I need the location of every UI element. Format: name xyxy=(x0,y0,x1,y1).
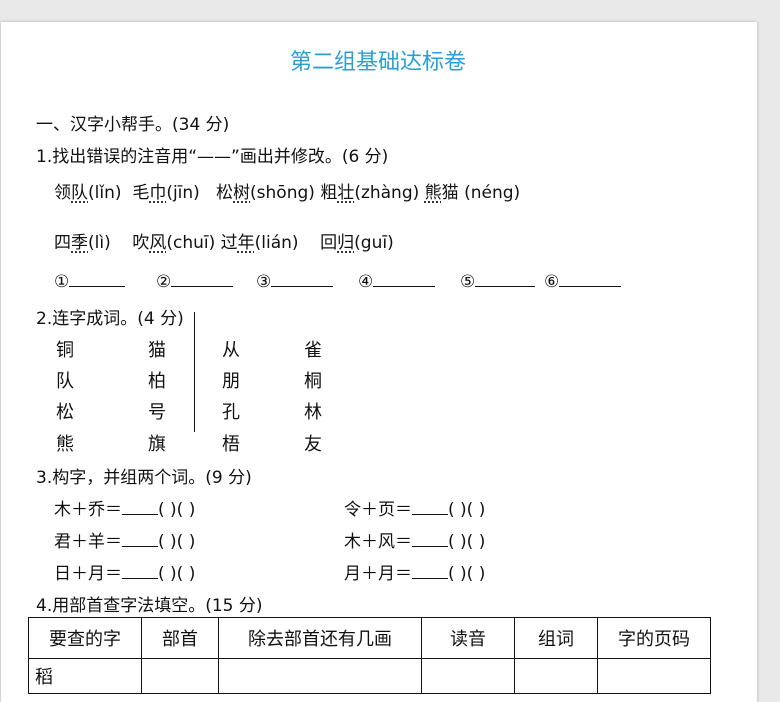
compose-row[interactable]: 日＋月＝( )( ) xyxy=(54,559,195,584)
char-cell[interactable]: 友 xyxy=(304,430,322,456)
char-cell[interactable]: 松 xyxy=(56,398,74,424)
char-cell[interactable]: 铜 xyxy=(56,336,74,362)
table-cell[interactable] xyxy=(597,658,711,694)
table-cell[interactable] xyxy=(421,658,515,694)
table-cell[interactable] xyxy=(141,658,219,694)
table-row: 稻 xyxy=(28,658,711,694)
table-header: 部首 xyxy=(141,617,219,659)
char-cell[interactable]: 旗 xyxy=(148,430,166,456)
compose-row[interactable]: 木＋风＝( )( ) xyxy=(344,527,485,552)
answer-blank[interactable]: ⑥ xyxy=(544,272,622,292)
compose-row[interactable]: 月＋月＝( )( ) xyxy=(344,559,485,584)
q1-item: 熊猫 (néng) xyxy=(424,183,521,203)
char-cell[interactable]: 桐 xyxy=(304,367,322,393)
table-header: 要查的字 xyxy=(28,617,142,659)
q1-item: 领队(lǐn) xyxy=(54,183,122,203)
section1-heading: 一、汉字小帮手。(34 分) xyxy=(36,115,230,135)
answer-blank[interactable]: ④ xyxy=(358,272,436,292)
table-header: 组词 xyxy=(514,617,598,659)
q1-item: 回归(guī) xyxy=(320,233,394,253)
table-header: 读音 xyxy=(421,617,515,659)
radical-lookup-table: 要查的字 部首 除去部首还有几画 读音 组词 字的页码 稻 xyxy=(28,617,711,694)
table-header-row: 要查的字 部首 除去部首还有几画 读音 组词 字的页码 xyxy=(28,617,711,659)
table-cell: 稻 xyxy=(28,658,142,694)
table-cell[interactable] xyxy=(218,658,422,694)
q1-row1: 领队(lǐn) 毛巾(jīn) 松树(shōng) 粗壮(zhàng) 熊猫 (… xyxy=(54,178,520,203)
char-cell[interactable]: 林 xyxy=(304,398,322,424)
table-header: 除去部首还有几画 xyxy=(218,617,422,659)
compose-row[interactable]: 木＋乔＝( )( ) xyxy=(54,495,195,520)
char-cell[interactable]: 梧 xyxy=(222,430,240,456)
q1-row2: 四季(lì) 吹风(chuī) 过年(lián) 回归(guī) xyxy=(54,228,394,253)
q2-prompt: 2.连字成词。(4 分) xyxy=(36,309,184,329)
char-cell[interactable]: 雀 xyxy=(304,336,322,362)
answer-blank[interactable]: ⑤ xyxy=(460,272,536,292)
q1-item: 吹风(chuī) xyxy=(132,233,216,253)
char-cell[interactable]: 队 xyxy=(56,367,74,393)
char-cell[interactable]: 朋 xyxy=(222,367,240,393)
answer-blank[interactable]: ③ xyxy=(256,272,334,292)
q1-item: 四季(lì) xyxy=(54,233,111,253)
char-cell[interactable]: 熊 xyxy=(56,430,74,456)
char-cell[interactable]: 号 xyxy=(148,398,166,424)
compose-row[interactable]: 令＋页＝( )( ) xyxy=(344,495,485,520)
char-cell[interactable]: 从 xyxy=(222,336,240,362)
table-header: 字的页码 xyxy=(597,617,711,659)
char-cell[interactable]: 猫 xyxy=(148,336,166,362)
table-cell[interactable] xyxy=(514,658,598,694)
q1-prompt: 1.找出错误的注音用“——”画出并修改。(6 分) xyxy=(36,147,389,167)
answer-blank[interactable]: ② xyxy=(156,272,234,292)
grid-divider xyxy=(194,312,195,432)
page-title: 第二组基础达标卷 xyxy=(289,50,466,75)
q1-item: 松树(shōng) xyxy=(216,183,315,203)
q4-prompt: 4.用部首查字法填空。(15 分) xyxy=(36,596,263,616)
q3-prompt: 3.构字，并组两个词。(9 分) xyxy=(36,468,252,488)
char-cell[interactable]: 柏 xyxy=(148,367,166,393)
q1-item: 过年(lián) xyxy=(220,233,299,253)
answer-blank[interactable]: ① xyxy=(54,272,126,292)
char-cell[interactable]: 孔 xyxy=(222,398,240,424)
q1-item: 毛巾(jīn) xyxy=(132,183,200,203)
compose-row[interactable]: 君＋羊＝( )( ) xyxy=(54,527,195,552)
q1-item: 粗壮(zhàng) xyxy=(320,183,420,203)
